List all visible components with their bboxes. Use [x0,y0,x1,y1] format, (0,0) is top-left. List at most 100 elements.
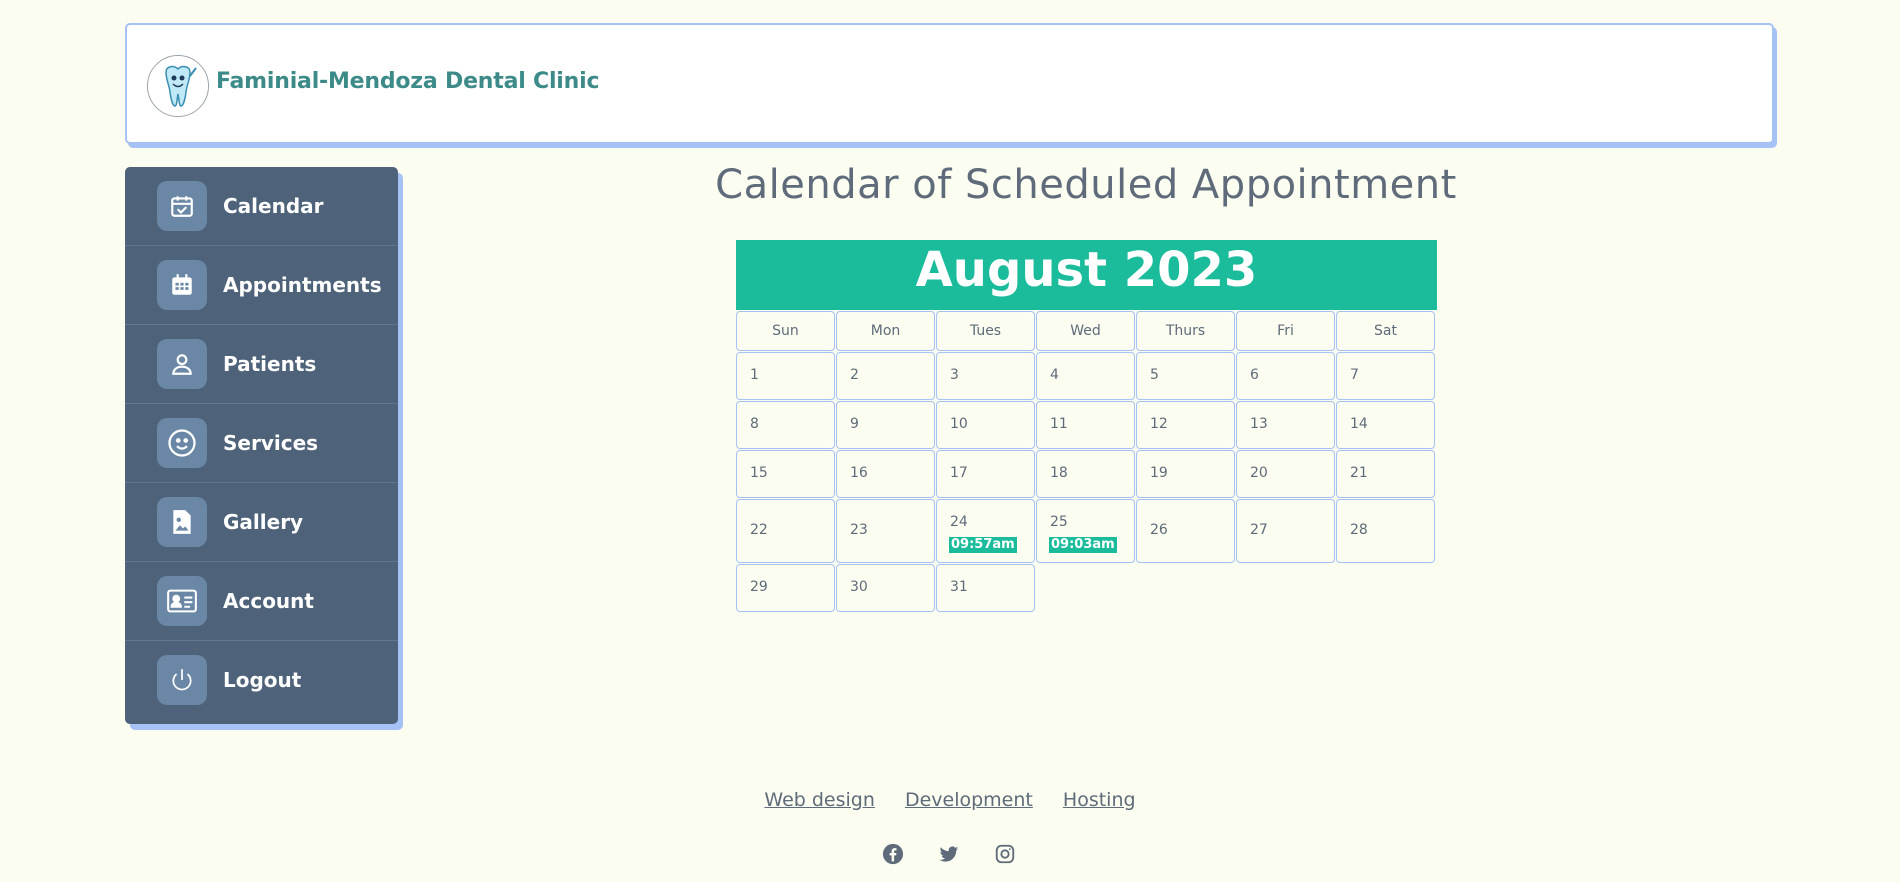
calendar-day-cell[interactable]: 12 [1136,401,1235,449]
twitter-icon[interactable] [938,843,960,865]
calendar-day-cell[interactable]: 1 [736,352,835,400]
calendar-day-cell[interactable]: 19 [1136,450,1235,498]
user-icon [157,339,207,389]
sidebar-item-label: Gallery [223,510,304,534]
calendar-day-cell[interactable]: 16 [836,450,935,498]
calendar-day-cell[interactable]: 27 [1236,499,1335,563]
weekday-header: Tues [936,311,1035,351]
calendar-day-cell[interactable]: 2 [836,352,935,400]
calendar-day-number: 5 [1150,367,1159,383]
page-title: Calendar of Scheduled Appointment [715,162,1457,208]
sidebar-item-label: Services [223,431,319,455]
clinic-logo[interactable] [147,55,209,117]
calendar-day-number: 3 [950,367,959,383]
header-bar: Faminial-Mendoza Dental Clinic [125,23,1774,144]
calendar-day-number: 12 [1150,416,1168,432]
power-icon [157,655,207,705]
calendar-day-cell[interactable]: 11 [1036,401,1135,449]
calendar-day-cell[interactable]: 14 [1336,401,1435,449]
footer-link-hosting[interactable]: Hosting [1063,789,1136,811]
calendar-day-number: 25 [1050,514,1068,530]
instagram-icon[interactable] [994,843,1016,865]
weekday-header: Sat [1336,311,1435,351]
calendar-day-cell[interactable]: 22 [736,499,835,563]
sidebar-item-label: Patients [223,352,317,376]
weekday-header: Fri [1236,311,1335,351]
calendar-day-number: 7 [1350,367,1359,383]
weekday-header: Thurs [1136,311,1235,351]
calendar-day-cell[interactable]: 31 [936,564,1035,612]
sidebar-item-account[interactable]: Account [125,562,398,641]
calendar-day-number: 24 [950,514,968,530]
calendar-day-number: 26 [1150,522,1168,538]
calendar: August 2023 Sun Mon Tues Wed Thurs Fri Sat 1 2 3 4… [736,240,1437,612]
calendar-day-cell[interactable]: 28 [1336,499,1435,563]
calendar-day-cell[interactable]: 4 [1036,352,1135,400]
calendar-day-number: 28 [1350,522,1368,538]
calendar-day-number: 27 [1250,522,1268,538]
footer-link-development[interactable]: Development [905,789,1033,811]
weekday-header: Mon [836,311,935,351]
calendar-day-number: 23 [850,522,868,538]
calendar-day-number: 21 [1350,465,1368,481]
social-links [882,843,1016,865]
sidebar-item-gallery[interactable]: Gallery [125,483,398,562]
calendar-day-number: 16 [850,465,868,481]
calendar-grid: Sun Mon Tues Wed Thurs Fri Sat 1 2 3 4 5 6 7 8 9 10 11 12 1… [736,311,1437,612]
calendar-day-cell[interactable]: 30 [836,564,935,612]
calendar-day-cell[interactable]: 20 [1236,450,1335,498]
calendar-day-cell[interactable]: 18 [1036,450,1135,498]
calendar-day-cell[interactable]: 17 [936,450,1035,498]
appointment-badge[interactable]: 09:57am [949,537,1017,553]
weekday-header: Wed [1036,311,1135,351]
sidebar-item-label: Logout [223,668,302,692]
calendar-day-cell[interactable]: 21 [1336,450,1435,498]
calendar-month-header: August 2023 [736,240,1437,310]
calendar-day-number: 13 [1250,416,1268,432]
calendar-day-cell[interactable]: 6 [1236,352,1335,400]
calendar-day-number: 9 [850,416,859,432]
facebook-icon[interactable] [882,843,904,865]
clinic-name: Faminial-Mendoza Dental Clinic [216,69,600,94]
sidebar-item-appointments[interactable]: Appointments [125,246,398,325]
sidebar-item-services[interactable]: Services [125,404,398,483]
calendar-day-number: 30 [850,579,868,595]
calendar-day-number: 6 [1250,367,1259,383]
calendar-check-icon [157,181,207,231]
calendar-day-number: 10 [950,416,968,432]
calendar-grid-icon [157,260,207,310]
calendar-day-cell[interactable]: 8 [736,401,835,449]
sidebar-item-patients[interactable]: Patients [125,325,398,404]
calendar-day-cell[interactable]: 9 [836,401,935,449]
weekday-header: Sun [736,311,835,351]
calendar-day-number: 14 [1350,416,1368,432]
calendar-day-number: 29 [750,579,768,595]
calendar-day-cell[interactable]: 13 [1236,401,1335,449]
sidebar-item-logout[interactable]: Logout [125,641,398,719]
calendar-day-number: 15 [750,465,768,481]
calendar-day-cell[interactable]: 10 [936,401,1035,449]
calendar-day-cell[interactable]: 29 [736,564,835,612]
calendar-day-number: 31 [950,579,968,595]
calendar-day-cell[interactable]: 7 [1336,352,1435,400]
sidebar-item-label: Appointments [223,273,382,297]
calendar-day-cell[interactable]: 26 [1136,499,1235,563]
calendar-day-number: 4 [1050,367,1059,383]
calendar-day-number: 8 [750,416,759,432]
appointment-badge[interactable]: 09:03am [1049,537,1117,553]
calendar-day-number: 11 [1050,416,1068,432]
sidebar-nav: Calendar Appointments Patients Services … [125,167,398,724]
sidebar-item-label: Calendar [223,194,324,218]
calendar-day-cell[interactable]: 15 [736,450,835,498]
footer-link-web-design[interactable]: Web design [764,789,875,811]
calendar-day-cell[interactable]: 24 09:57am [936,499,1035,563]
sidebar-item-calendar[interactable]: Calendar [125,167,398,246]
calendar-day-cell[interactable]: 23 [836,499,935,563]
calendar-day-cell[interactable]: 25 09:03am [1036,499,1135,563]
calendar-day-cell[interactable]: 5 [1136,352,1235,400]
calendar-day-number: 20 [1250,465,1268,481]
calendar-day-number: 18 [1050,465,1068,481]
calendar-day-cell[interactable]: 3 [936,352,1035,400]
calendar-day-number: 1 [750,367,759,383]
sidebar-item-label: Account [223,589,314,613]
